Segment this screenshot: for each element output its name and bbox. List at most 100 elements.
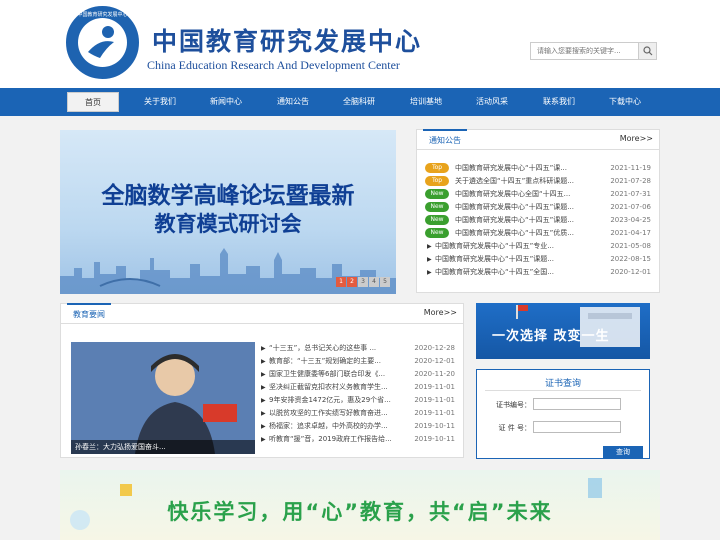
nav-item-notices[interactable]: 通知公告 [267, 92, 319, 112]
notice-item[interactable]: New 中国教育研究发展中心“十四五”课题... 2021-07-06 [425, 201, 653, 214]
promo-banner[interactable]: 一次选择 改变一生 [476, 303, 650, 359]
news-title[interactable]: 听教育“援”音，2019政府工作报告给... [269, 433, 392, 446]
news-title[interactable]: 教育部：“十三五”规划确定的主要... [269, 355, 381, 368]
query-button[interactable]: 查询 [603, 446, 643, 458]
notice-title[interactable]: 中国教育研究发展中心全国“十四五... [455, 188, 570, 201]
notice-title[interactable]: 中国教育研究发展中心“十四五”课... [455, 162, 567, 175]
banner-headline: 全脑数学高峰论坛暨最新 [101, 183, 355, 209]
nav-item-research[interactable]: 全脑科研 [333, 92, 385, 112]
news-item[interactable]: ▶ 杨福家：追求卓越，中外高校的办学... 2019-10-11 [261, 420, 457, 433]
search-icon [643, 46, 653, 56]
notice-date: 2022-08-15 [610, 255, 651, 263]
person-icon [88, 26, 114, 58]
promo-slogan: 一次选择 改变一生 [492, 329, 610, 344]
news-item[interactable]: ▶ 9年安排资金1472亿元，惠及29个省... 2019-11-01 [261, 394, 457, 407]
notice-item[interactable]: ▶ 中国教育研究发展中心“十四五”全国... 2020-12-01 [425, 266, 653, 279]
notice-item[interactable]: New 中国教育研究发展中心“十四五”优质... 2021-04-17 [425, 227, 653, 240]
certificate-query-panel: 证书查询 证书编号： 证 件 号： 查询 [476, 369, 650, 459]
notice-date: 2020-12-01 [610, 268, 651, 276]
bullet-icon: ▶ [261, 345, 266, 352]
news-date: 2020-12-28 [414, 344, 455, 352]
notice-date: 2021-11-19 [610, 164, 651, 172]
slider-pagination: 12345 [335, 276, 390, 287]
slider-page-4[interactable]: 4 [369, 277, 379, 287]
notice-item[interactable]: ▶ 中国教育研究发展中心“十四五”专业... 2021-05-08 [425, 240, 653, 253]
notice-more-link[interactable]: More>> [620, 134, 653, 143]
notice-title[interactable]: 中国教育研究发展中心“十四五”优质... [455, 227, 574, 240]
nav-item-training[interactable]: 培训基地 [400, 92, 452, 112]
notice-item[interactable]: New 中国教育研究发展中心“十四五”课题... 2023-04-25 [425, 214, 653, 227]
bullet-icon: ▶ [427, 269, 432, 276]
news-date: 2020-12-01 [414, 357, 455, 365]
bullet-icon: ▶ [261, 423, 266, 430]
news-title[interactable]: 杨福家：追求卓越，中外高校的办学... [269, 420, 388, 433]
id-number-field[interactable] [533, 421, 621, 433]
header: 中国教育研究发展中心 中国教育研究发展中心 China Education Re… [0, 0, 720, 88]
notice-title[interactable]: 中国教育研究发展中心“十四五”专业... [435, 240, 554, 253]
notice-item[interactable]: New 中国教育研究发展中心全国“十四五... 2021-07-31 [425, 188, 653, 201]
search-button[interactable] [638, 43, 656, 59]
banner-slider[interactable]: 全脑数学高峰论坛暨最新 教育模式研讨会 12345 [60, 130, 396, 294]
news-photo-caption[interactable]: 孙春兰：大力弘扬爱国奋斗... [71, 440, 255, 454]
notice-item[interactable]: ▶ 中国教育研究发展中心“十四五”课题... 2022-08-15 [425, 253, 653, 266]
news-item[interactable]: ▶ 坚决纠正截留克扣农村义务教育学生... 2019-11-01 [261, 381, 457, 394]
news-date: 2019-10-11 [414, 422, 455, 430]
notice-tab[interactable]: 通知公告 [423, 129, 467, 149]
news-more-link[interactable]: More>> [424, 308, 457, 317]
news-photo[interactable]: 孙春兰：大力弘扬爱国奋斗... [71, 342, 255, 454]
id-number-label: 证 件 号： [498, 424, 531, 432]
search-input[interactable] [531, 43, 638, 59]
bullet-icon: ▶ [261, 371, 266, 378]
notice-date: 2023-04-25 [610, 216, 651, 224]
notice-item[interactable]: Top 中国教育研究发展中心“十四五”课... 2021-11-19 [425, 162, 653, 175]
bottom-banner-slogan: 快乐学习，用“心”教育，共“启”未来 [167, 500, 553, 524]
news-item[interactable]: ▶ 以脱贫攻坚的工作实绩写好教育奋进... 2019-11-01 [261, 407, 457, 420]
news-panel: 教育要闻 More>> 孙春兰：大力弘扬爱国奋斗... ▶ “十三五”，总书记关… [60, 303, 464, 458]
news-title[interactable]: 以脱贫攻坚的工作实绩写好教育奋进... [269, 407, 388, 420]
notice-title[interactable]: 中国教育研究发展中心“十四五”全国... [435, 266, 554, 279]
notice-title[interactable]: 关于遴选全国“十四五”重点科研课题... [455, 175, 574, 188]
news-date: 2019-10-11 [414, 435, 455, 443]
slider-page-1[interactable]: 1 [336, 277, 346, 287]
notice-date: 2021-07-06 [610, 203, 651, 211]
new-badge: New [425, 215, 449, 225]
new-badge: New [425, 189, 449, 199]
news-date: 2019-11-01 [414, 409, 455, 417]
logo-ring-text: 中国教育研究发展中心 [77, 12, 128, 18]
news-item[interactable]: ▶ 听教育“援”音，2019政府工作报告给... 2019-10-11 [261, 433, 457, 446]
notice-panel: 通知公告 More>> Top 中国教育研究发展中心“十四五”课... 2021… [416, 129, 660, 293]
nav-item-about[interactable]: 关于我们 [134, 92, 186, 112]
slider-page-2[interactable]: 2 [347, 277, 357, 287]
news-title[interactable]: 国家卫生健康委等6部门联合印发《... [269, 368, 385, 381]
notice-title[interactable]: 中国教育研究发展中心“十四五”课题... [455, 201, 574, 214]
slider-page-5[interactable]: 5 [380, 277, 390, 287]
notice-date: 2021-04-17 [610, 229, 651, 237]
logo[interactable]: 中国教育研究发展中心 [66, 6, 139, 79]
bullet-icon: ▶ [261, 384, 266, 391]
news-title[interactable]: 坚决纠正截留克扣农村义务教育学生... [269, 381, 388, 394]
slider-page-3[interactable]: 3 [358, 277, 368, 287]
nav-item-home[interactable]: 首页 [67, 92, 119, 112]
certificate-number-field[interactable] [533, 398, 621, 410]
news-tab[interactable]: 教育要闻 [67, 303, 111, 323]
notice-title[interactable]: 中国教育研究发展中心“十四五”课题... [455, 214, 574, 227]
news-title[interactable]: “十三五”，总书记关心的这些事 ... [269, 342, 376, 355]
news-item[interactable]: ▶ 国家卫生健康委等6部门联合印发《... 2020-11-20 [261, 368, 457, 381]
site-title-en: China Education Research And Development… [147, 58, 400, 72]
news-date: 2020-11-20 [414, 370, 455, 378]
nav-item-contact[interactable]: 联系我们 [533, 92, 585, 112]
news-title[interactable]: 9年安排资金1472亿元，惠及29个省... [269, 394, 391, 407]
notice-date: 2021-07-31 [610, 190, 651, 198]
nav-item-news[interactable]: 新闻中心 [200, 92, 252, 112]
news-item[interactable]: ▶ “十三五”，总书记关心的这些事 ... 2020-12-28 [261, 342, 457, 355]
logo-emblem [78, 18, 127, 67]
notice-item[interactable]: Top 关于遴选全国“十四五”重点科研课题... 2021-07-28 [425, 175, 653, 188]
bottom-banner[interactable]: 快乐学习，用“心”教育，共“启”未来 [60, 470, 660, 540]
main-nav: 首页 关于我们 新闻中心 通知公告 全脑科研 培训基地 活动风采 联系我们 下载… [0, 88, 720, 116]
notice-date: 2021-05-08 [610, 242, 651, 250]
news-item[interactable]: ▶ 教育部：“十三五”规划确定的主要... 2020-12-01 [261, 355, 457, 368]
notice-title[interactable]: 中国教育研究发展中心“十四五”课题... [435, 253, 554, 266]
nav-item-activities[interactable]: 活动风采 [466, 92, 518, 112]
nav-item-downloads[interactable]: 下载中心 [599, 92, 651, 112]
bullet-icon: ▶ [261, 358, 266, 365]
